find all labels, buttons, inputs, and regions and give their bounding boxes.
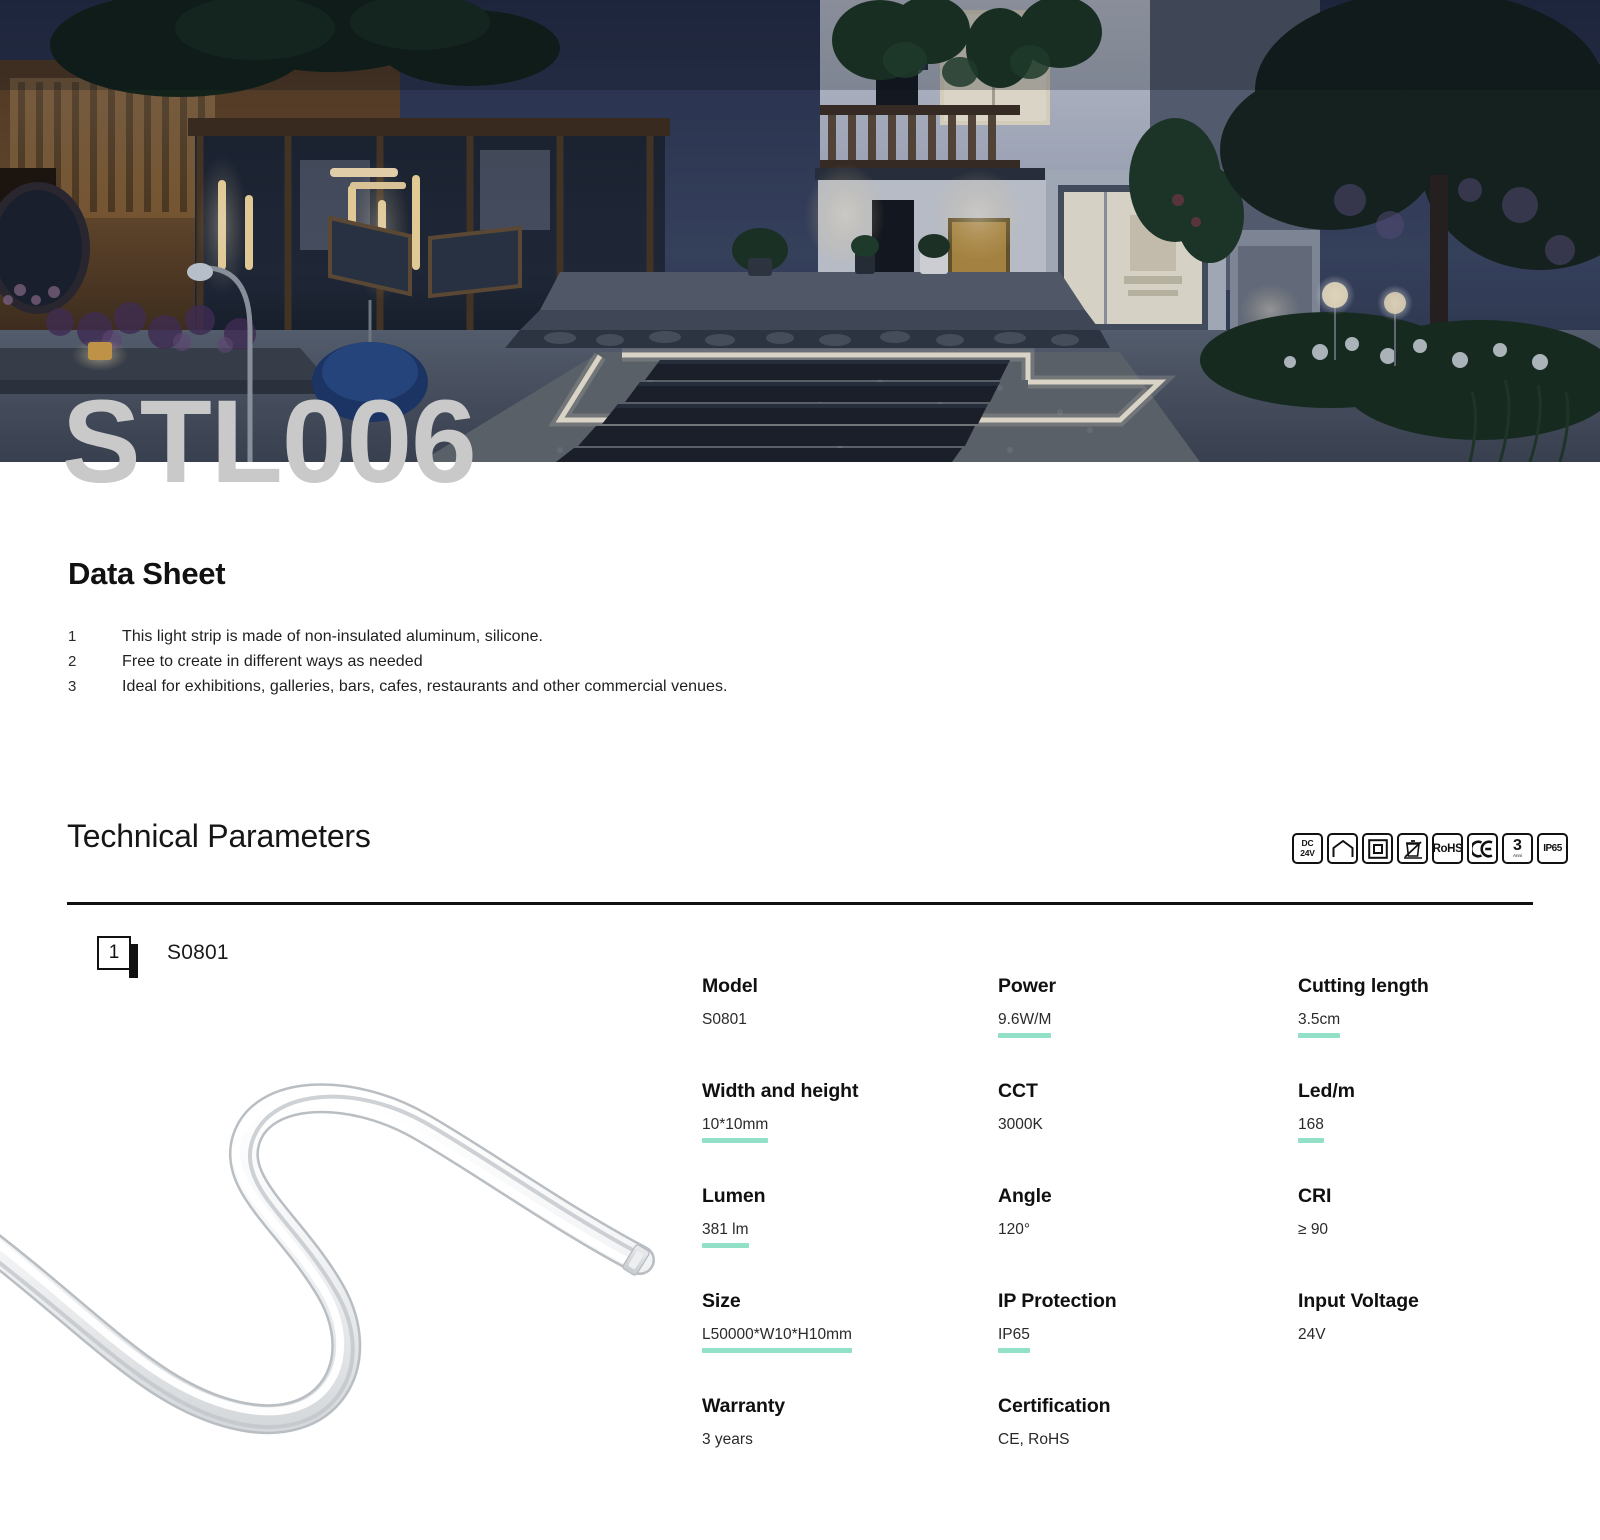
spec-value: L50000*W10*H10mm — [702, 1326, 852, 1353]
variant-badge: 1 — [97, 936, 138, 978]
spec-label: Width and height — [702, 1080, 859, 1102]
feature-list: 1 This light strip is made of non-insula… — [68, 628, 1068, 703]
spec-power: Power 9.6W/M — [998, 975, 1298, 1080]
dc-line2: 24V — [1300, 847, 1315, 858]
house-glyph — [1332, 839, 1353, 857]
house-icon — [1327, 833, 1358, 864]
ip-label: IP65 — [1543, 843, 1562, 854]
spec-label: Angle — [998, 1185, 1052, 1207]
spec-value: 168 — [1298, 1116, 1324, 1143]
spec-label: Lumen — [702, 1185, 766, 1207]
spec-label: Input Voltage — [1298, 1290, 1419, 1312]
spec-angle: Angle 120° — [998, 1185, 1298, 1290]
spec-value: S0801 — [702, 1011, 747, 1028]
spec-size: Size L50000*W10*H10mm — [702, 1290, 998, 1395]
list-item: 2 Free to create in different ways as ne… — [68, 653, 1068, 678]
feature-text: Free to create in different ways as need… — [122, 653, 423, 670]
datasheet-page: STL006 Data Sheet 1 This light strip is … — [0, 0, 1600, 1540]
spec-label: CRI — [1298, 1185, 1332, 1207]
spec-value: ≥ 90 — [1298, 1221, 1329, 1238]
spec-label: IP Protection — [998, 1290, 1117, 1312]
weee-glyph — [1403, 839, 1422, 859]
dc-voltage-icon: DC 24V — [1292, 833, 1323, 864]
spec-label: Cutting length — [1298, 975, 1429, 997]
technical-parameters-heading: Technical Parameters — [67, 818, 371, 854]
certification-icon-row: DC 24V RoHS 3 Anni IP65 — [1292, 833, 1568, 864]
feature-text: Ideal for exhibitions, galleries, bars, … — [122, 678, 728, 695]
rohs-label: RoHS — [1432, 842, 1463, 855]
warranty-sub: Anni — [1512, 853, 1522, 858]
double-square-icon — [1362, 833, 1393, 864]
spec-empty — [1298, 1395, 1542, 1500]
spec-lumen: Lumen 381 lm — [702, 1185, 998, 1290]
spec-value: 381 lm — [702, 1221, 749, 1248]
spec-label: Led/m — [1298, 1080, 1355, 1102]
spec-cri: CRI ≥ 90 — [1298, 1185, 1542, 1290]
datasheet-heading: Data Sheet — [68, 556, 226, 591]
spec-certification: Certification CE, RoHS — [998, 1395, 1298, 1500]
variant-name: S0801 — [167, 941, 229, 964]
feature-number: 1 — [68, 628, 77, 645]
warranty-years-icon: 3 Anni — [1502, 833, 1533, 864]
warranty-number: 3 — [1513, 837, 1522, 854]
spec-label: Size — [702, 1290, 741, 1312]
spec-ip-protection: IP Protection IP65 — [998, 1290, 1298, 1395]
ce-glyph — [1471, 840, 1493, 857]
product-image — [0, 990, 660, 1450]
spec-value: 10*10mm — [702, 1116, 769, 1143]
spec-value: 9.6W/M — [998, 1011, 1052, 1038]
feature-text: This light strip is made of non-insulate… — [122, 628, 544, 645]
spec-value: 24V — [1298, 1326, 1326, 1343]
class-2-glyph — [1367, 838, 1388, 859]
spec-value: CE, RoHS — [998, 1431, 1070, 1448]
spec-label: CCT — [998, 1080, 1038, 1102]
spec-input-voltage: Input Voltage 24V — [1298, 1290, 1542, 1395]
spec-label: Warranty — [702, 1395, 785, 1417]
spec-value: 120° — [998, 1221, 1031, 1238]
spec-cutting-length: Cutting length 3.5cm — [1298, 975, 1542, 1080]
spec-label: Certification — [998, 1395, 1111, 1417]
variant-header: 1 S0801 — [97, 936, 229, 978]
spec-label: Power — [998, 975, 1057, 997]
feature-number: 3 — [68, 678, 77, 695]
spec-value: IP65 — [998, 1326, 1030, 1353]
spec-model: Model S0801 — [702, 975, 998, 1080]
led-strip-illustration — [0, 1083, 655, 1435]
spec-value: 3000K — [998, 1116, 1043, 1133]
list-item: 1 This light strip is made of non-insula… — [68, 628, 1068, 653]
list-item: 3 Ideal for exhibitions, galleries, bars… — [68, 678, 1068, 703]
spec-cct: CCT 3000K — [998, 1080, 1298, 1185]
crossed-bin-icon — [1397, 833, 1428, 864]
feature-number: 2 — [68, 653, 77, 670]
section-divider — [67, 902, 1533, 905]
spec-warranty: Warranty 3 years — [702, 1395, 998, 1500]
ce-icon — [1467, 833, 1498, 864]
spec-label: Model — [702, 975, 758, 997]
ip-rating-icon: IP65 — [1537, 833, 1568, 864]
spec-width-height: Width and height 10*10mm — [702, 1080, 998, 1185]
rohs-icon: RoHS — [1432, 833, 1463, 864]
page-title: STL006 — [62, 376, 477, 508]
spec-led-per-m: Led/m 168 — [1298, 1080, 1542, 1185]
specifications-grid: Model S0801 Power 9.6W/M Cutting length … — [702, 975, 1542, 1500]
spec-value: 3 years — [702, 1431, 753, 1448]
spec-value: 3.5cm — [1298, 1011, 1341, 1038]
